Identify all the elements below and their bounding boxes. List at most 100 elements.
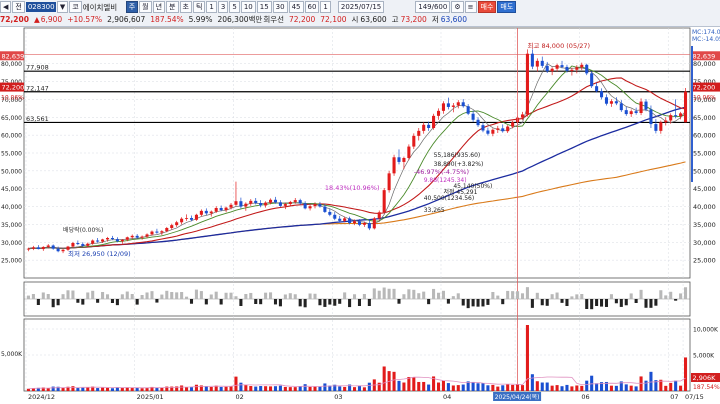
toolbar: ◀ 전 028300 ▼ 코 에이치엘비 주월년분초틱 1 3 5 10 15 30 45 6… <box>0 0 720 27</box>
candle-body <box>199 210 203 215</box>
max-price-annotation: 최고 84,000 (05/27) <box>527 41 590 50</box>
volume-bar <box>194 384 198 391</box>
osc-bar <box>288 293 292 299</box>
osc-bar <box>239 299 243 306</box>
volume-pct-label: 187.54% <box>693 384 720 391</box>
trade-amount: 206,300백만 <box>217 14 263 24</box>
candle-body <box>550 68 554 72</box>
y-tick-label-right: 50,000 <box>693 167 716 175</box>
date-input[interactable]: 2025/07/15 <box>337 1 385 13</box>
osc-bar <box>130 294 134 299</box>
interval-tab-0[interactable]: 1 <box>206 1 217 13</box>
x-tick-label: 2024/12 <box>28 393 55 401</box>
candle-body <box>417 130 421 136</box>
candle-body <box>81 244 85 246</box>
osc-bar <box>219 299 223 305</box>
candle-body <box>150 231 154 235</box>
osc-bar <box>71 290 75 299</box>
prev-arrow-button[interactable]: ◀ <box>0 1 12 13</box>
volume-bar <box>367 382 371 391</box>
osc-bar <box>199 291 203 299</box>
candle-body <box>323 206 327 212</box>
y-tick-label-left: 50,000 <box>1 168 22 175</box>
volume-bar <box>540 382 544 391</box>
volume-bar <box>624 384 628 391</box>
period-tab-2[interactable]: 년 <box>152 1 166 13</box>
market-prefix[interactable]: 전 <box>12 1 25 13</box>
period-tab-3[interactable]: 분 <box>166 1 179 13</box>
y-tick-label-left: 40,000 <box>1 204 22 211</box>
candle-body <box>293 200 297 202</box>
interval-tab-6[interactable]: 45 <box>288 1 304 13</box>
osc-bar <box>160 294 164 299</box>
candle-body <box>619 103 623 111</box>
candle-body <box>328 211 332 215</box>
candle-body <box>511 122 515 127</box>
buy-button[interactable]: 매수 <box>477 1 497 13</box>
osc-bar <box>674 299 678 301</box>
osc-bar <box>520 293 525 299</box>
candle-body <box>46 245 50 247</box>
candle-body <box>239 201 243 207</box>
settings-icon[interactable]: ⚙ <box>451 1 464 13</box>
interval-tab-1[interactable]: 3 <box>217 1 229 13</box>
volume-bar <box>382 366 386 391</box>
period-tab-5[interactable]: 틱 <box>192 1 206 13</box>
stock-name[interactable]: 에이치엘비 <box>83 2 121 13</box>
stock-code-input[interactable]: 028300 <box>25 2 56 12</box>
change-rate: +10.57% <box>67 14 103 24</box>
period-tab-1[interactable]: 월 <box>139 1 152 13</box>
candle-body <box>629 111 633 115</box>
list-icon[interactable]: ≡ <box>464 1 477 13</box>
volume-bar <box>674 380 678 391</box>
volume-bar <box>185 387 189 391</box>
osc-bar <box>456 293 460 299</box>
volume-bar <box>269 386 273 391</box>
period-tab-0[interactable]: 주 <box>125 1 139 13</box>
volume-bar <box>595 383 599 391</box>
candle-body <box>402 158 406 162</box>
osc-bar <box>580 294 584 299</box>
osc-bar <box>293 294 297 299</box>
volume-bar <box>525 325 529 391</box>
osc-bar <box>194 289 198 299</box>
interval-tab-3[interactable]: 10 <box>240 1 256 13</box>
y-tick-label-left: 60,000 <box>1 133 22 140</box>
sell-button[interactable]: 매도 <box>497 1 517 13</box>
volume-bar <box>105 387 110 391</box>
code-dropdown-icon[interactable]: ▼ <box>56 1 69 13</box>
candle-body <box>570 69 574 71</box>
open-value: 63,600 <box>360 14 387 24</box>
osc-bar <box>214 291 218 299</box>
candle-body <box>525 53 529 115</box>
y-tick-label-left: 30,000 <box>1 240 22 247</box>
candle-body <box>683 91 688 123</box>
interval-tab-5[interactable]: 30 <box>272 1 288 13</box>
y-tick-label-left: 25,000 <box>1 258 22 265</box>
osc-bar <box>125 291 129 299</box>
interval-tab-2[interactable]: 5 <box>229 1 240 13</box>
stock-chart[interactable]: 80,000 80,00075,000 75,00070,000 70,00065,0… <box>0 26 720 404</box>
volume-bar <box>288 387 292 391</box>
osc-bar <box>333 299 337 306</box>
candle-body <box>639 101 643 113</box>
volume-bar <box>229 386 233 391</box>
interval-tab-8[interactable]: 1 <box>320 1 331 13</box>
volume-bar <box>422 381 426 391</box>
interval-tab-7[interactable]: 60 <box>304 1 320 13</box>
volume-bar <box>550 385 554 391</box>
volume-bar <box>76 388 80 391</box>
candle-body <box>269 199 273 203</box>
period-tab-4[interactable]: 초 <box>179 1 192 13</box>
volume-tag: 2,906K <box>693 374 717 382</box>
interval-tab-4[interactable]: 15 <box>256 1 272 13</box>
toolbar-row-2: 72,200 ▲ 6,900 +10.57% 2,906,607 187.54%… <box>0 13 472 25</box>
candle-body <box>461 102 465 107</box>
osc-bar <box>585 299 589 309</box>
candle-body <box>476 119 480 126</box>
osc-bar <box>540 299 544 306</box>
osc-bar <box>352 294 357 299</box>
left-top-tag: 82,639 <box>2 52 25 60</box>
osc-bar <box>76 299 80 303</box>
volume-bar <box>679 385 683 391</box>
